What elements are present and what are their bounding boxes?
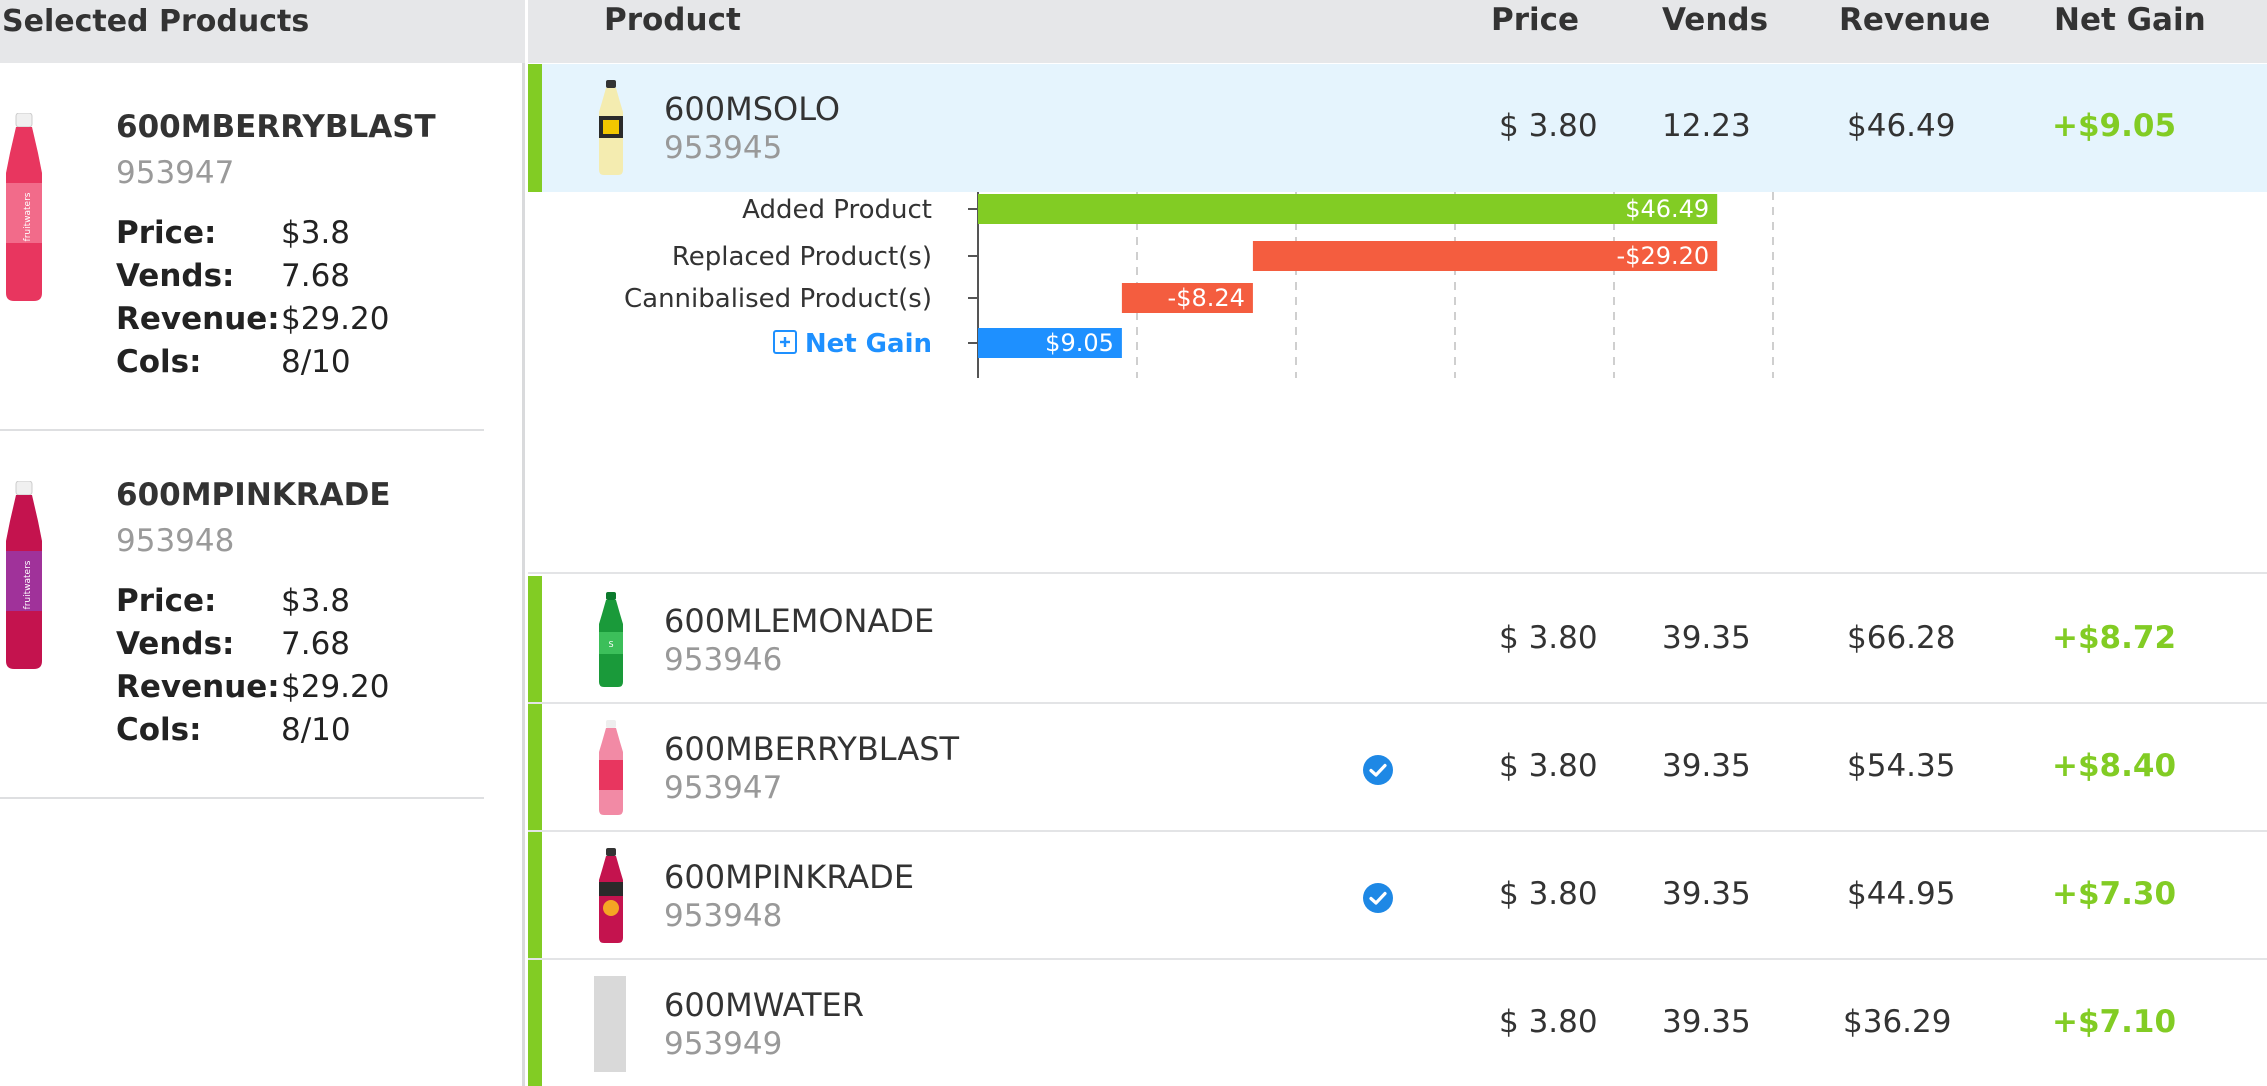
cols-label: Cols: [116, 712, 202, 748]
cols-value: 8/10 [281, 344, 351, 380]
product-name: 600MPINKRADE [116, 477, 391, 513]
price-value: $3.8 [281, 583, 351, 619]
bottle-icon: fruitwaters [6, 113, 42, 301]
revenue-cell: $36.29 [1843, 1004, 1952, 1040]
bottle-icon: S [599, 592, 623, 687]
data-label: $9.05 [1045, 329, 1114, 357]
selected-products-header: Selected Products [0, 0, 525, 63]
row-accent [528, 704, 542, 830]
vends-cell: 12.23 [1662, 108, 1751, 144]
bottle-icon [599, 848, 623, 943]
row-accent [528, 832, 542, 958]
row-accent [528, 64, 542, 192]
price-cell: $ 3.80 [1499, 620, 1598, 656]
net-gain-cell: +$8.40 [2052, 748, 2177, 784]
row-accent [528, 960, 542, 1086]
selected-products-panel: Selected Products fruitwaters 600MBERRYB… [0, 0, 525, 1086]
selected-product-card[interactable]: fruitwaters 600MPINKRADE 953948 Price: $… [0, 431, 484, 799]
product-name: 600MBERRYBLAST [116, 109, 436, 145]
bottle-icon [599, 720, 623, 815]
category-label: Replaced Product(s) [672, 242, 932, 272]
cols-label: Cols: [116, 344, 202, 380]
revenue-value: $29.20 [281, 301, 390, 337]
svg-text:fruitwaters: fruitwaters [23, 192, 33, 241]
product-name: 600MLEMONADE [664, 602, 935, 640]
data-label: -$8.24 [1168, 284, 1245, 312]
column-header-net-gain[interactable]: Net Gain [2054, 2, 2206, 38]
bottle-icon: fruitwaters [6, 481, 42, 669]
svg-text:fruitwaters: fruitwaters [23, 560, 33, 609]
table-row[interactable]: 600MSOLO 953945 $ 3.80 12.23 $46.49 +$9.… [528, 64, 2267, 192]
revenue-cell: $54.35 [1847, 748, 1956, 784]
price-cell: $ 3.80 [1499, 748, 1598, 784]
revenue-value: $29.20 [281, 669, 390, 705]
category-label[interactable]: Net Gain [805, 329, 932, 359]
vends-cell: 39.35 [1662, 876, 1751, 912]
product-code: 953949 [664, 1026, 783, 1062]
vends-cell: 39.35 [1662, 620, 1751, 656]
product-code: 953945 [664, 130, 783, 166]
data-label: -$29.20 [1617, 242, 1710, 270]
column-header-vends[interactable]: Vends [1662, 2, 1768, 38]
table-row[interactable]: 600MBERRYBLAST 953947 $ 3.80 39.35 $54.3… [528, 704, 2267, 832]
svg-text:S: S [608, 640, 613, 649]
vends-value: 7.68 [281, 626, 351, 662]
revenue-cell: $44.95 [1847, 876, 1956, 912]
column-header-revenue[interactable]: Revenue [1839, 2, 1990, 38]
selected-products-title: Selected Products [2, 4, 310, 39]
vends-cell: 39.35 [1662, 748, 1751, 784]
bar [978, 194, 1718, 224]
image-placeholder-icon [594, 976, 626, 1072]
product-code: 953946 [664, 642, 783, 678]
vends-label: Vends: [116, 626, 235, 662]
product-code: 953948 [664, 898, 783, 934]
waterfall-chart: 01020304050$46.49Added Product-$29.20Rep… [624, 192, 1774, 378]
bottle-icon [599, 80, 623, 175]
product-code: 953948 [116, 523, 235, 559]
revenue-cell: $46.49 [1847, 108, 1956, 144]
table-header: Product Price Vends Revenue Net Gain [528, 0, 2267, 63]
cols-value: 8/10 [281, 712, 351, 748]
vends-value: 7.68 [281, 258, 351, 294]
price-value: $3.8 [281, 215, 351, 251]
product-name: 600MWATER [664, 986, 864, 1024]
revenue-label: Revenue: [116, 669, 280, 705]
check-circle-icon [1363, 755, 1393, 785]
vends-label: Vends: [116, 258, 235, 294]
check-circle-icon [1363, 883, 1393, 913]
price-cell: $ 3.80 [1499, 1004, 1598, 1040]
column-header-product[interactable]: Product [604, 2, 741, 38]
table-row[interactable]: 600MWATER 953949 $ 3.80 39.35 $36.29 +$7… [528, 960, 2267, 1086]
category-label: Cannibalised Product(s) [624, 284, 932, 314]
price-label: Price: [116, 583, 217, 619]
price-label: Price: [116, 215, 217, 251]
price-cell: $ 3.80 [1499, 108, 1598, 144]
net-gain-cell: +$7.10 [2052, 1004, 2177, 1040]
column-header-price[interactable]: Price [1491, 2, 1579, 38]
category-label: Added Product [742, 195, 932, 225]
product-code: 953947 [664, 770, 783, 806]
table-row[interactable]: S 600MLEMONADE 953946 $ 3.80 39.35 $66.2… [528, 576, 2267, 704]
net-gain-cell: +$7.30 [2052, 876, 2177, 912]
data-label: $46.49 [1625, 195, 1709, 223]
revenue-label: Revenue: [116, 301, 280, 337]
product-name: 600MPINKRADE [664, 858, 915, 896]
product-name: 600MSOLO [664, 90, 841, 128]
row-accent [528, 576, 542, 702]
net-gain-chart: 01020304050$46.49Added Product-$29.20Rep… [528, 192, 2267, 574]
product-name: 600MBERRYBLAST [664, 730, 960, 768]
selected-product-card[interactable]: fruitwaters 600MBERRYBLAST 953947 Price:… [0, 63, 484, 431]
price-cell: $ 3.80 [1499, 876, 1598, 912]
net-gain-cell: +$8.72 [2052, 620, 2177, 656]
product-code: 953947 [116, 155, 235, 191]
vends-cell: 39.35 [1662, 1004, 1751, 1040]
table-row[interactable]: 600MPINKRADE 953948 $ 3.80 39.35 $44.95 … [528, 832, 2267, 960]
net-gain-cell: +$9.05 [2052, 108, 2177, 144]
revenue-cell: $66.28 [1847, 620, 1956, 656]
